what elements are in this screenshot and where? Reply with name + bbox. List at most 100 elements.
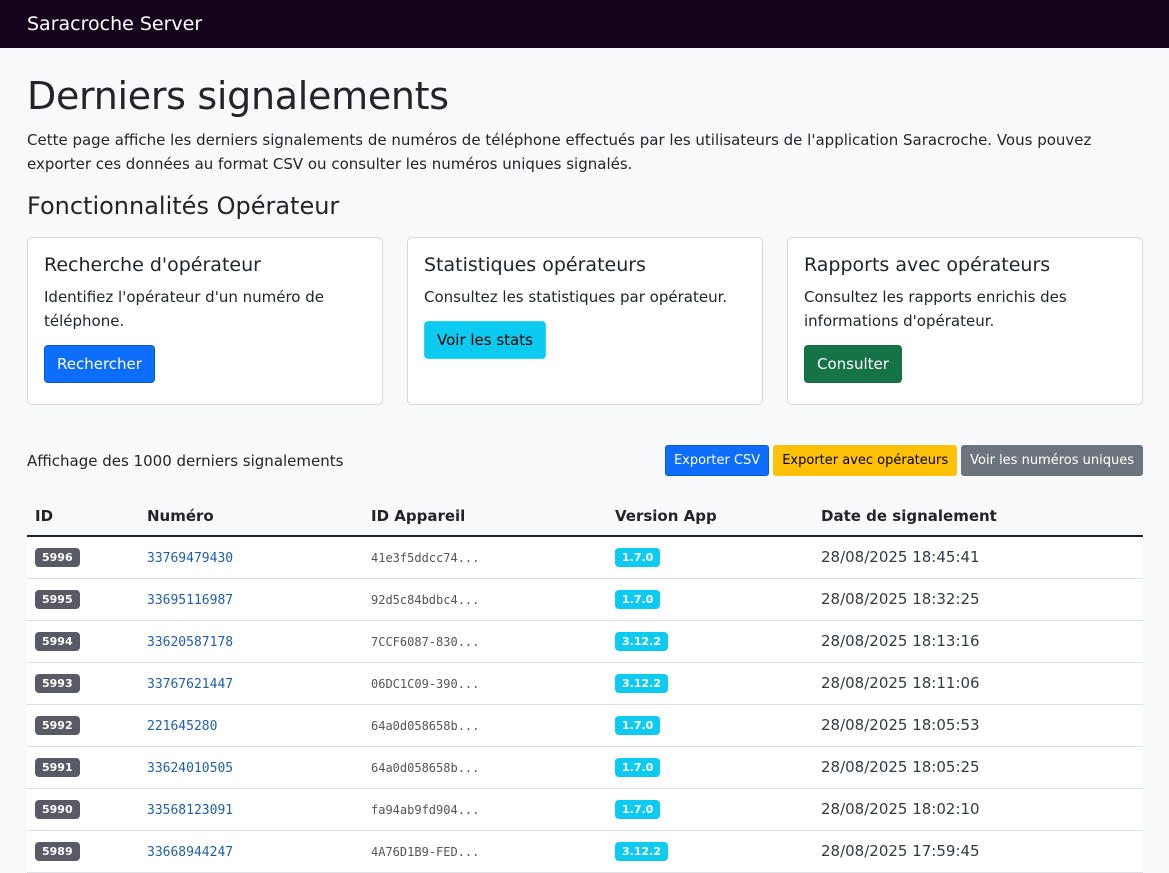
page-description: Cette page affiche les derniers signalem… <box>27 130 1092 173</box>
id-badge: 5993 <box>35 674 80 694</box>
card-text: Identifiez l'opérateur d'un numéro de té… <box>44 287 324 330</box>
version-badge: 3.12.2 <box>615 674 668 694</box>
table-toolbar: Affichage des 1000 derniers signalements… <box>27 445 1143 477</box>
id-cell: 5996 <box>27 535 139 579</box>
device-cell: 7CCF6087-830... <box>363 620 607 663</box>
version-badge: 1.7.0 <box>615 716 661 736</box>
number-cell: 221645280 <box>139 704 363 747</box>
number-cell: 33568123091 <box>139 788 363 831</box>
phone-number-link[interactable]: 33624010505 <box>147 761 233 776</box>
number-cell: 33624010505 <box>139 746 363 789</box>
report-date: 28/08/2025 18:13:16 <box>821 632 980 651</box>
date-cell: 28/08/2025 18:11:06 <box>813 662 1143 705</box>
table-row: 5996 33769479430 41e3f5ddcc74... 1.7.0 28/08… <box>27 535 1143 579</box>
phone-number-link[interactable]: 33769479430 <box>147 551 233 566</box>
phone-number-link[interactable]: 33767621447 <box>147 677 233 692</box>
view-stats-button[interactable]: Voir les stats <box>424 320 546 359</box>
device-id: 64a0d058658b... <box>371 719 480 734</box>
device-id: 41e3f5ddcc74... <box>371 551 480 566</box>
number-cell: 33767621447 <box>139 662 363 705</box>
device-cell: 64a0d058658b... <box>363 704 607 747</box>
card-title: Recherche d'opérateur <box>44 253 261 276</box>
table-row: 5992 221645280 64a0d058658b... 1.7.0 28/08/2… <box>27 704 1143 747</box>
id-cell: 5990 <box>27 788 139 831</box>
id-badge: 5994 <box>35 632 80 652</box>
export-buttons: Exporter CSV Exporter avec opérateurs Vo… <box>664 445 1143 477</box>
report-date: 28/08/2025 18:05:25 <box>821 758 980 777</box>
date-cell: 28/08/2025 17:59:45 <box>813 830 1143 873</box>
export-operators-button[interactable]: Exporter avec opérateurs <box>773 445 958 477</box>
version-badge: 1.7.0 <box>615 548 661 568</box>
navbar-brand[interactable]: Saracroche Server <box>27 13 202 35</box>
version-badge: 1.7.0 <box>615 758 661 778</box>
report-date: 28/08/2025 18:45:41 <box>821 548 980 567</box>
page-title: Derniers signalements <box>27 74 449 118</box>
device-id: 06DC1C09-390... <box>371 677 480 692</box>
phone-number-link[interactable]: 33568123091 <box>147 803 233 818</box>
id-badge: 5991 <box>35 758 80 778</box>
report-date: 28/08/2025 18:11:06 <box>821 674 980 693</box>
device-id: fa94ab9fd904... <box>371 803 480 818</box>
header-report-date: Date de signalement <box>813 496 1143 537</box>
date-cell: 28/08/2025 18:05:53 <box>813 704 1143 747</box>
operator-cards: Recherche d'opérateur Identifiez l'opéra… <box>27 236 1143 405</box>
table-row: 5993 33767621447 06DC1C09-390... 3.12.2 28/0… <box>27 662 1143 705</box>
table-header-row: ID Numéro ID Appareil Version App Date d… <box>27 496 1143 537</box>
device-cell: 06DC1C09-390... <box>363 662 607 705</box>
card-operator-search: Recherche d'opérateur Identifiez l'opéra… <box>27 236 383 405</box>
unique-numbers-button[interactable]: Voir les numéros uniques <box>961 445 1143 477</box>
section-title: Fonctionnalités Opérateur <box>27 191 340 220</box>
version-cell: 1.7.0 <box>607 788 813 831</box>
report-date: 28/08/2025 18:32:25 <box>821 590 980 609</box>
phone-number-link[interactable]: 33695116987 <box>147 593 233 608</box>
version-badge: 3.12.2 <box>615 632 668 652</box>
id-cell: 5991 <box>27 746 139 789</box>
version-cell: 3.12.2 <box>607 620 813 663</box>
version-badge: 1.7.0 <box>615 800 661 820</box>
version-cell: 3.12.2 <box>607 830 813 873</box>
card-title: Statistiques opérateurs <box>424 253 646 276</box>
number-cell: 33668944247 <box>139 830 363 873</box>
version-cell: 1.7.0 <box>607 578 813 621</box>
id-cell: 5993 <box>27 662 139 705</box>
consult-reports-button[interactable]: Consulter <box>804 344 902 383</box>
id-cell: 5994 <box>27 620 139 663</box>
report-date: 28/08/2025 17:59:45 <box>821 842 980 861</box>
id-badge: 5996 <box>35 548 80 568</box>
id-cell: 5989 <box>27 830 139 873</box>
device-cell: 41e3f5ddcc74... <box>363 535 607 579</box>
header-device-id: ID Appareil <box>363 496 607 537</box>
version-cell: 3.12.2 <box>607 662 813 705</box>
search-operator-button[interactable]: Rechercher <box>44 344 155 383</box>
card-title: Rapports avec opérateurs <box>804 253 1051 276</box>
device-id: 64a0d058658b... <box>371 761 480 776</box>
header-app-version: Version App <box>607 496 813 537</box>
device-cell: 64a0d058658b... <box>363 746 607 789</box>
id-badge: 5992 <box>35 716 80 736</box>
device-id: 4A76D1B9-FED... <box>371 845 480 860</box>
version-badge: 1.7.0 <box>615 590 661 610</box>
version-cell: 1.7.0 <box>607 535 813 579</box>
date-cell: 28/08/2025 18:32:25 <box>813 578 1143 621</box>
table-row: 5994 33620587178 7CCF6087-830... 3.12.2 28/0… <box>27 620 1143 663</box>
navbar: Saracroche Server <box>0 0 1169 48</box>
report-date: 28/08/2025 18:02:10 <box>821 800 980 819</box>
phone-number-link[interactable]: 221645280 <box>147 719 217 734</box>
card-text: Consultez les rapports enrichis des info… <box>804 287 1067 330</box>
device-id: 7CCF6087-830... <box>371 635 480 650</box>
card-text: Consultez les statistiques par opérateur… <box>424 287 728 306</box>
table-row: 5989 33668944247 4A76D1B9-FED... 3.12.2 28/0… <box>27 830 1143 873</box>
header-number: Numéro <box>139 496 363 537</box>
number-cell: 33769479430 <box>139 535 363 579</box>
date-cell: 28/08/2025 18:13:16 <box>813 620 1143 663</box>
date-cell: 28/08/2025 18:02:10 <box>813 788 1143 831</box>
id-badge: 5990 <box>35 800 80 820</box>
date-cell: 28/08/2025 18:45:41 <box>813 535 1143 579</box>
date-cell: 28/08/2025 18:05:25 <box>813 746 1143 789</box>
card-operator-reports: Rapports avec opérateurs Consultez les r… <box>787 236 1143 405</box>
device-cell: 4A76D1B9-FED... <box>363 830 607 873</box>
export-csv-button[interactable]: Exporter CSV <box>664 445 770 477</box>
phone-number-link[interactable]: 33668944247 <box>147 845 233 860</box>
device-cell: 92d5c84bdbc4... <box>363 578 607 621</box>
phone-number-link[interactable]: 33620587178 <box>147 635 233 650</box>
